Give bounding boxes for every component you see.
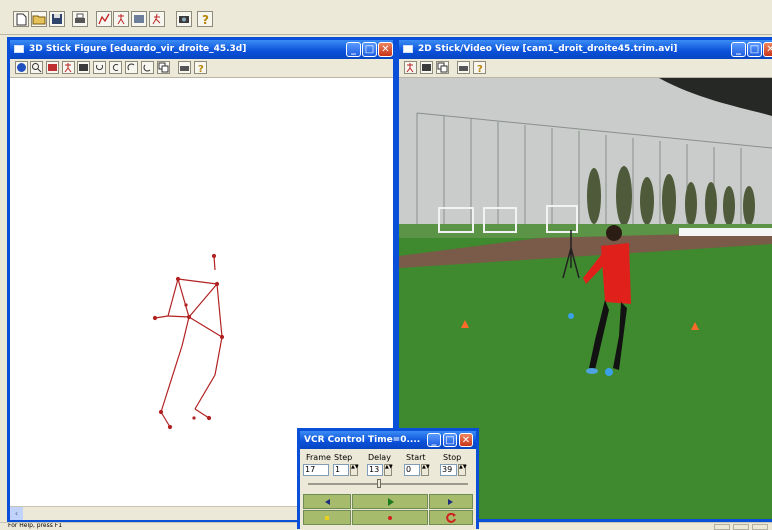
delay-field[interactable]: 13 <box>367 464 383 476</box>
video-toolbar: ? <box>399 59 772 78</box>
camera-icon[interactable] <box>176 11 192 27</box>
open-icon[interactable] <box>31 11 47 27</box>
maximize-button[interactable]: □ <box>362 42 377 57</box>
close-button[interactable]: ✕ <box>459 433 473 447</box>
maximize-button[interactable]: □ <box>443 433 457 447</box>
print-icon[interactable] <box>178 61 191 74</box>
figure-icon[interactable] <box>404 61 417 74</box>
pause-button[interactable] <box>303 510 351 525</box>
stop-spinner[interactable]: ▲▼ <box>458 464 467 476</box>
stick-window-titlebar[interactable]: 3D Stick Figure [eduardo_vir_droite_45.3… <box>10 40 393 59</box>
minimize-button[interactable]: _ <box>346 42 361 57</box>
status-panel <box>733 524 749 530</box>
save-icon[interactable] <box>49 11 65 27</box>
step-label: Step <box>334 453 353 462</box>
record-button[interactable] <box>352 510 428 525</box>
step-back-icon <box>325 499 330 505</box>
minimize-button[interactable]: _ <box>427 433 441 447</box>
close-button[interactable]: ✕ <box>763 42 772 57</box>
stick-window-title: 3D Stick Figure [eduardo_vir_droite_45.3… <box>29 44 247 54</box>
frame-slider-thumb[interactable] <box>377 479 381 488</box>
video-icon[interactable] <box>77 61 90 74</box>
loop-icon <box>446 512 456 523</box>
vcr-titlebar[interactable]: VCR Control Time=0.... _ □ ✕ <box>300 431 476 449</box>
window-icon <box>14 45 24 53</box>
rotate-back-icon[interactable] <box>141 61 154 74</box>
record-icon <box>388 516 392 520</box>
svg-text:?: ? <box>198 64 204 73</box>
video-window-titlebar[interactable]: 2D Stick/Video View [cam1_droit_droite45… <box>399 40 772 59</box>
stick-toolbar: ? <box>10 59 393 78</box>
pause-icon <box>325 516 329 520</box>
svg-text:?: ? <box>202 13 209 26</box>
stop-field[interactable]: 39 <box>440 464 457 476</box>
window-icon <box>403 45 413 53</box>
vcr-control-window: VCR Control Time=0.... _ □ ✕ Frame Step … <box>297 428 479 529</box>
video-icon[interactable] <box>131 11 147 27</box>
figure-icon[interactable] <box>113 11 129 27</box>
chart-icon[interactable] <box>96 11 112 27</box>
rotate-z-icon[interactable] <box>125 61 138 74</box>
delay-label: Delay <box>368 453 391 462</box>
stop-label: Stop <box>443 453 462 462</box>
copy-icon[interactable] <box>157 61 170 74</box>
status-panel <box>752 524 768 530</box>
zoom-icon[interactable] <box>30 61 43 74</box>
delay-spinner[interactable]: ▲▼ <box>384 464 393 476</box>
step-spinner[interactable]: ▲▼ <box>350 464 359 476</box>
print-icon[interactable] <box>457 61 470 74</box>
loop-button[interactable] <box>429 510 473 525</box>
globe-icon[interactable] <box>15 61 28 74</box>
step-field[interactable]: 1 <box>333 464 349 476</box>
step-forward-button[interactable] <box>429 494 473 509</box>
video-window-title: 2D Stick/Video View [cam1_droit_droite45… <box>418 44 678 54</box>
print-icon[interactable] <box>72 11 88 27</box>
step-back-button[interactable] <box>303 494 351 509</box>
video-icon[interactable] <box>420 61 433 74</box>
copy-icon[interactable] <box>436 61 449 74</box>
new-icon[interactable] <box>13 11 29 27</box>
frame-label: Frame <box>306 453 331 462</box>
help-icon[interactable]: ? <box>473 61 486 75</box>
main-toolbar: ? <box>0 0 772 35</box>
rotate-x-icon[interactable] <box>93 61 106 74</box>
figure-icon[interactable] <box>62 61 75 74</box>
scroll-left-button[interactable]: ‹ <box>10 507 23 520</box>
rotate-y-icon[interactable] <box>109 61 122 74</box>
play-button[interactable] <box>352 494 428 509</box>
chart-icon[interactable] <box>46 61 59 74</box>
run-figure-icon[interactable] <box>149 11 165 27</box>
frame-slider-track[interactable] <box>308 483 468 485</box>
step-forward-icon <box>448 499 453 505</box>
maximize-button[interactable]: □ <box>747 42 762 57</box>
minimize-button[interactable]: _ <box>731 42 746 57</box>
help-icon[interactable]: ? <box>194 61 207 75</box>
start-field[interactable]: 0 <box>404 464 420 476</box>
frame-field[interactable]: 17 <box>303 464 329 476</box>
status-panel <box>714 524 730 530</box>
help-icon[interactable]: ? <box>197 11 213 27</box>
svg-text:?: ? <box>477 64 483 73</box>
play-icon <box>388 498 394 506</box>
start-label: Start <box>406 453 426 462</box>
vcr-title: VCR Control Time=0.... <box>304 435 421 445</box>
start-spinner[interactable]: ▲▼ <box>421 464 430 476</box>
close-button[interactable]: ✕ <box>378 42 393 57</box>
